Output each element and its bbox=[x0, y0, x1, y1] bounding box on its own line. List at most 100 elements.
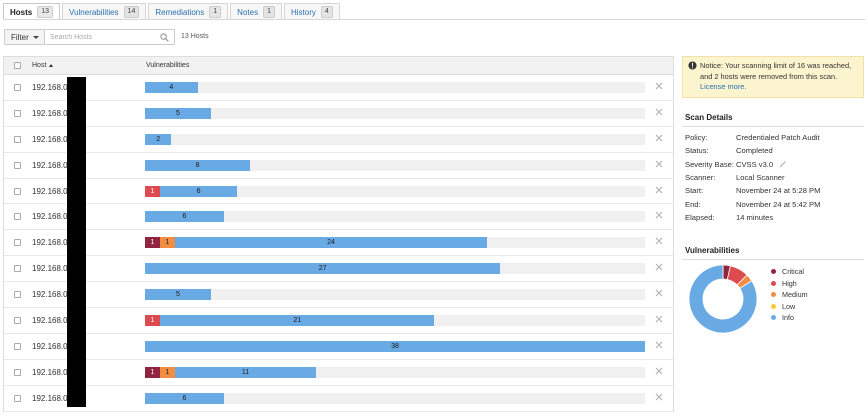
table-body: 192.168.0.14192.168.0.15192.168.0.12192.… bbox=[4, 75, 673, 412]
remove-host-icon[interactable] bbox=[654, 340, 664, 350]
scan-detail-value: Credentialed Patch Audit bbox=[736, 133, 820, 142]
license-more-link[interactable]: License more. bbox=[700, 82, 746, 91]
row-checkbox[interactable] bbox=[14, 368, 21, 376]
table-row[interactable]: 192.168.0.2 8 bbox=[4, 153, 673, 179]
vulnerability-bar[interactable]: 8 bbox=[145, 159, 251, 171]
table-row[interactable]: 192.168.0.2 16 bbox=[4, 179, 673, 205]
table-row[interactable]: 192.168.0.4 27 bbox=[4, 256, 673, 283]
scan-detail-value: November 24 at 5:42 PM bbox=[736, 199, 821, 209]
row-checkbox[interactable] bbox=[14, 161, 21, 169]
remove-host-icon[interactable] bbox=[654, 262, 664, 272]
scan-detail-label: Severity Base: bbox=[685, 159, 734, 169]
vulnerabilities-column-header[interactable]: Vulnerabilities bbox=[146, 62, 189, 69]
info-segment: 38 bbox=[145, 340, 645, 352]
remove-host-icon[interactable] bbox=[654, 288, 664, 298]
vulnerability-bar[interactable]: 38 bbox=[145, 340, 645, 352]
legend-label: High bbox=[782, 278, 797, 288]
host-ip: 192.168.0.4 bbox=[32, 264, 69, 274]
scan-detail-row: Policy: Credentialed Patch Audit bbox=[685, 133, 820, 142]
vulnerability-bar[interactable]: 1 1 24 bbox=[145, 237, 488, 249]
vulnerability-bar[interactable]: 6 bbox=[145, 211, 224, 223]
vulnerability-bar-track bbox=[145, 107, 645, 119]
remove-host-icon[interactable] bbox=[654, 236, 664, 246]
host-column-header[interactable]: Host bbox=[32, 62, 54, 69]
legend-label: Info bbox=[782, 313, 794, 322]
remove-host-icon[interactable] bbox=[654, 107, 664, 117]
host-ip: 192.168.0.1 bbox=[32, 367, 69, 377]
table-row[interactable]: 192.168.0.3 6 bbox=[4, 204, 673, 231]
scan-detail-row: Scanner: Local Scanner bbox=[685, 172, 785, 182]
row-checkbox[interactable] bbox=[14, 342, 21, 350]
host-ip: 192.168.0.2 bbox=[32, 393, 69, 403]
scan-detail-label: Status: bbox=[685, 146, 709, 156]
info-segment: 21 bbox=[160, 315, 435, 327]
row-checkbox[interactable] bbox=[14, 265, 21, 273]
legend-label: Medium bbox=[782, 290, 808, 299]
vulnerability-bar-track bbox=[145, 289, 645, 301]
notice-text: Notice: Your scanning limit of 16 was re… bbox=[700, 61, 852, 81]
vulnerability-bar[interactable]: 2 bbox=[145, 133, 172, 145]
vulnerability-bar[interactable]: 5 bbox=[145, 289, 211, 301]
info-segment: 11 bbox=[175, 366, 317, 378]
remove-host-icon[interactable] bbox=[654, 81, 664, 91]
filter-button-label: Filter bbox=[11, 32, 29, 42]
search-icon[interactable] bbox=[160, 33, 169, 42]
table-row[interactable]: 192.168.0.4 1124 bbox=[4, 230, 673, 257]
row-checkbox[interactable] bbox=[14, 317, 21, 325]
select-all-checkbox[interactable] bbox=[14, 62, 21, 69]
tab-label: Hosts bbox=[10, 7, 33, 17]
host-ip: 192.168.0.4 bbox=[32, 290, 69, 300]
host-ip: 192.168.0.4 bbox=[32, 238, 69, 248]
row-checkbox[interactable] bbox=[14, 109, 21, 117]
search-input[interactable] bbox=[50, 33, 155, 41]
legend-dot bbox=[771, 280, 776, 286]
remove-host-icon[interactable] bbox=[654, 133, 664, 143]
info-segment: 4 bbox=[145, 82, 198, 93]
info-segment: 5 bbox=[145, 107, 211, 119]
vulnerability-bar[interactable]: 1 1 11 bbox=[145, 366, 317, 378]
edit-pencil-icon[interactable] bbox=[779, 160, 787, 168]
table-row[interactable]: 192.168.0.1 1111 bbox=[4, 360, 673, 386]
scan-detail-label: Scanner: bbox=[685, 172, 716, 182]
table-row[interactable]: 192.168.0.9 38 bbox=[4, 334, 673, 360]
row-checkbox[interactable] bbox=[14, 84, 21, 91]
sort-ascending-icon bbox=[49, 63, 54, 67]
scan-detail-label: Elapsed: bbox=[685, 212, 715, 222]
table-row[interactable]: 192.168.0.1 5 bbox=[4, 101, 673, 127]
vulnerability-bar[interactable]: 27 bbox=[145, 263, 501, 275]
table-row[interactable]: 192.168.0.4 121 bbox=[4, 308, 673, 334]
tab-vulnerabilities[interactable]: Vulnerabilities 14 bbox=[62, 3, 147, 20]
vulnerability-bar[interactable]: 6 bbox=[145, 392, 224, 404]
tab-remediations[interactable]: Remediations 1 bbox=[148, 3, 229, 20]
tab-count-badge: 13 bbox=[37, 6, 54, 18]
vulnerability-bar[interactable]: 1 21 bbox=[145, 315, 435, 327]
row-checkbox[interactable] bbox=[14, 291, 21, 299]
tab-bar: Hosts 13 Vulnerabilities 14 Remediations 1 Not… bbox=[3, 3, 342, 20]
host-ip: 192.168.0.1 bbox=[32, 83, 69, 92]
table-row[interactable]: 192.168.0.1 4 bbox=[4, 75, 673, 101]
row-checkbox[interactable] bbox=[14, 135, 21, 143]
table-row[interactable]: 192.168.0.1 2 bbox=[4, 127, 673, 153]
vulnerability-bar[interactable]: 4 bbox=[145, 82, 198, 93]
info-segment: 6 bbox=[145, 211, 224, 223]
vulnerability-bar[interactable]: 16 bbox=[145, 185, 238, 197]
row-checkbox[interactable] bbox=[14, 213, 21, 221]
tab-label: History bbox=[290, 7, 316, 17]
row-checkbox[interactable] bbox=[14, 239, 21, 247]
remove-host-icon[interactable] bbox=[654, 392, 664, 402]
table-row[interactable]: 192.168.0.2 6 bbox=[4, 386, 673, 412]
remove-host-icon[interactable] bbox=[654, 210, 664, 220]
tab-notes[interactable]: Notes 1 bbox=[230, 3, 282, 20]
row-checkbox[interactable] bbox=[14, 187, 21, 195]
filter-button[interactable]: Filter bbox=[4, 29, 45, 45]
remove-host-icon[interactable] bbox=[654, 185, 664, 195]
remove-host-icon[interactable] bbox=[654, 159, 664, 169]
info-segment: 6 bbox=[145, 392, 224, 404]
tab-history[interactable]: History 4 bbox=[283, 3, 340, 20]
row-checkbox[interactable] bbox=[14, 394, 21, 402]
remove-host-icon[interactable] bbox=[654, 314, 664, 324]
table-row[interactable]: 192.168.0.4 5 bbox=[4, 282, 673, 309]
vulnerability-bar[interactable]: 5 bbox=[145, 107, 211, 119]
remove-host-icon[interactable] bbox=[654, 366, 664, 376]
tab-hosts[interactable]: Hosts 13 bbox=[3, 3, 61, 20]
